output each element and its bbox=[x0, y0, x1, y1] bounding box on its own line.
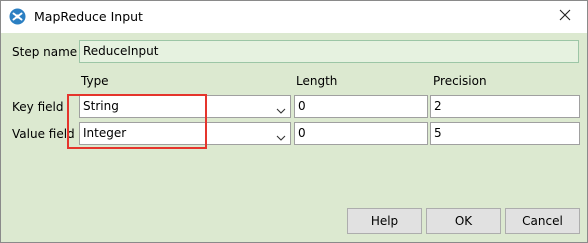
value-field-type-select[interactable]: Integer bbox=[79, 122, 291, 145]
step-name-label: Step name bbox=[12, 45, 78, 59]
column-header-type: Type bbox=[81, 74, 109, 88]
title-bar[interactable]: MapReduce Input bbox=[1, 1, 587, 33]
column-header-precision: Precision bbox=[433, 74, 487, 88]
close-icon bbox=[559, 9, 571, 24]
value-field-label: Value field bbox=[12, 127, 75, 141]
key-field-type-select[interactable]: String bbox=[79, 95, 291, 118]
chevron-down-icon bbox=[276, 102, 286, 114]
mapreduce-input-dialog: MapReduce Input Step name ReduceInput Ty… bbox=[0, 0, 588, 243]
key-field-length-input[interactable]: 0 bbox=[294, 95, 428, 118]
key-field-label: Key field bbox=[12, 100, 64, 114]
help-button[interactable]: Help bbox=[347, 208, 422, 234]
window-title: MapReduce Input bbox=[34, 9, 143, 24]
key-field-precision-input[interactable]: 2 bbox=[430, 95, 580, 118]
chevron-down-icon bbox=[276, 129, 286, 141]
column-header-length: Length bbox=[296, 74, 338, 88]
dialog-content: Step name ReduceInput Type Length Precis… bbox=[1, 33, 587, 242]
cancel-button[interactable]: Cancel bbox=[505, 208, 580, 234]
step-name-input[interactable]: ReduceInput bbox=[79, 40, 579, 63]
key-field-type-value: String bbox=[83, 99, 119, 113]
value-field-precision-input[interactable]: 5 bbox=[430, 122, 580, 145]
ok-button[interactable]: OK bbox=[426, 208, 501, 234]
close-button[interactable] bbox=[547, 2, 583, 30]
value-field-type-value: Integer bbox=[83, 126, 127, 140]
value-field-length-input[interactable]: 0 bbox=[294, 122, 428, 145]
kettle-spoon-icon bbox=[9, 8, 26, 25]
